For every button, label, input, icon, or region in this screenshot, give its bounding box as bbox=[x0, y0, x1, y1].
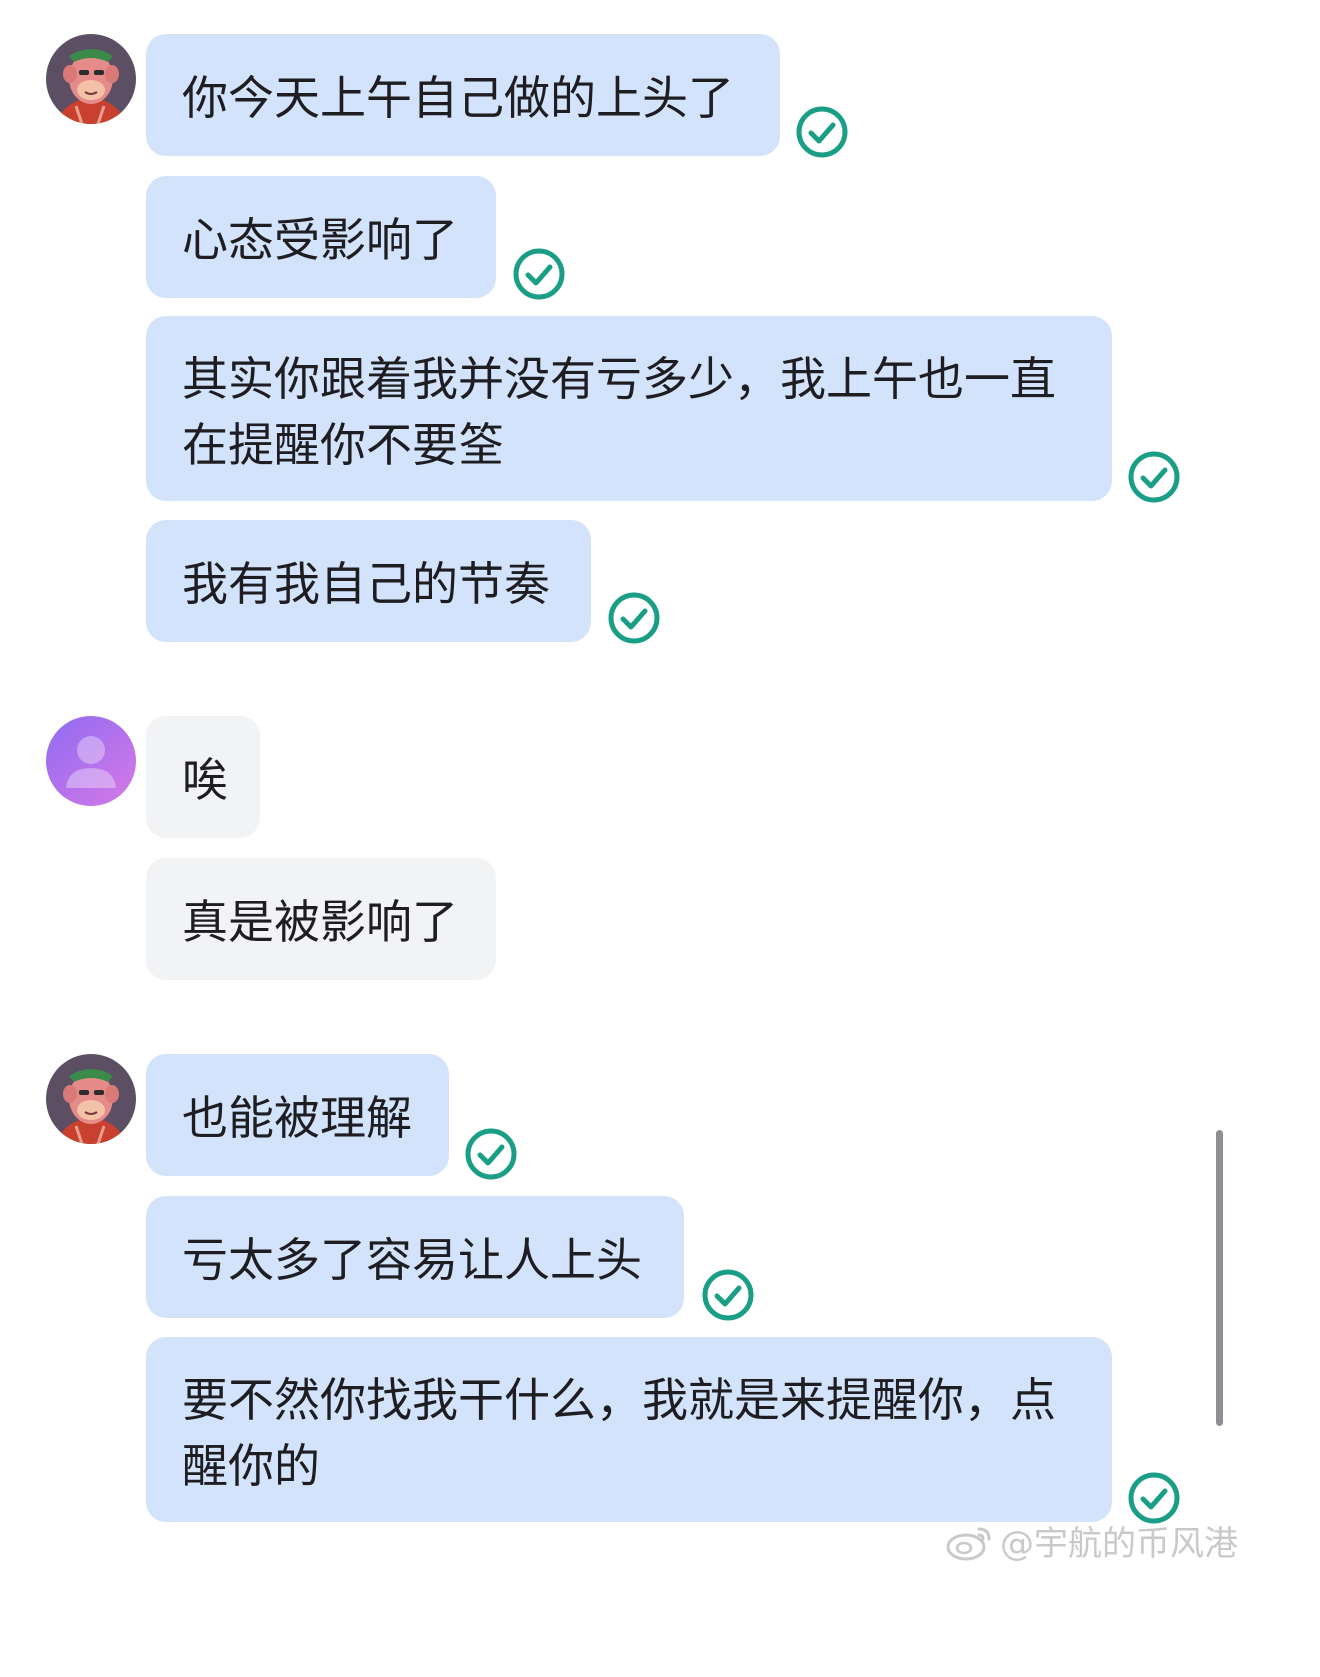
message-text: 你今天上午自己做的上头了 bbox=[182, 71, 734, 125]
message-text: 其实你跟着我并没有亏多少，我上午也一直在提醒你不要筌 bbox=[182, 352, 1056, 472]
weibo-logo-icon bbox=[946, 1527, 991, 1560]
read-check-icon bbox=[511, 246, 567, 302]
message-text: 真是被影响了 bbox=[182, 895, 458, 949]
message-text: 我有我自己的节奏 bbox=[182, 557, 550, 611]
scrollbar[interactable] bbox=[1216, 1130, 1223, 1426]
watermark: @宇航的币风港 bbox=[946, 1516, 1238, 1565]
message-bubble[interactable]: 我有我自己的节奏 bbox=[146, 520, 591, 642]
read-check-icon bbox=[606, 590, 662, 646]
message-bubble[interactable]: 亏太多了容易让人上头 bbox=[146, 1196, 684, 1318]
message-text: 要不然你找我干什么，我就是来提醒你，点醒你的 bbox=[182, 1373, 1056, 1493]
message-text: 也能被理解 bbox=[182, 1091, 412, 1145]
message-bubble[interactable]: 要不然你找我干什么，我就是来提醒你，点醒你的 bbox=[146, 1337, 1112, 1522]
message-bubble[interactable]: 其实你跟着我并没有亏多少，我上午也一直在提醒你不要筌 bbox=[146, 316, 1112, 501]
message-bubble[interactable]: 真是被影响了 bbox=[146, 858, 496, 980]
ape-avatar-icon[interactable] bbox=[46, 34, 136, 124]
default-user-avatar-icon[interactable] bbox=[46, 716, 136, 806]
watermark-text: @宇航的币风港 bbox=[1000, 1524, 1238, 1564]
message-text: 心态受影响了 bbox=[182, 213, 458, 267]
message-text: 亏太多了容易让人上头 bbox=[182, 1233, 642, 1287]
read-check-icon bbox=[700, 1267, 756, 1323]
message-bubble[interactable]: 你今天上午自己做的上头了 bbox=[146, 34, 780, 156]
message-text: 唉 bbox=[182, 753, 228, 807]
read-check-icon bbox=[463, 1126, 519, 1182]
message-bubble[interactable]: 唉 bbox=[146, 716, 260, 838]
read-check-icon bbox=[794, 104, 850, 160]
message-bubble[interactable]: 心态受影响了 bbox=[146, 176, 496, 298]
message-bubble[interactable]: 也能被理解 bbox=[146, 1054, 449, 1176]
read-check-icon bbox=[1126, 449, 1182, 505]
ape-avatar-icon[interactable] bbox=[46, 1054, 136, 1144]
